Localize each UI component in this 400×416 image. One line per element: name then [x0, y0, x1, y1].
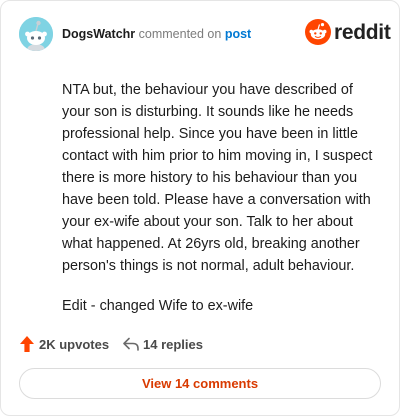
reddit-wordmark: reddit — [334, 21, 391, 44]
snoo-avatar-icon — [19, 17, 53, 51]
comment-card: DogsWatchr commented on post reddit NTA … — [0, 0, 400, 416]
comment-header: DogsWatchr commented on post reddit — [19, 17, 391, 53]
reddit-logo[interactable]: reddit — [305, 19, 391, 49]
post-link[interactable]: post — [225, 27, 251, 41]
view-comments-button[interactable]: View 14 comments — [19, 368, 381, 399]
comment-edit-note: Edit - changed Wife to ex-wife — [62, 298, 254, 314]
comment-meta: DogsWatchr commented on post — [62, 27, 251, 41]
comment-body: NTA but, the behaviour you have describe… — [62, 79, 382, 317]
reply-count: 14 replies — [143, 337, 203, 352]
upvote-count: 2K upvotes — [39, 337, 110, 352]
comment-paragraph: NTA but, the behaviour you have describe… — [62, 82, 373, 274]
upvote-arrow-icon — [20, 336, 34, 352]
upvote-button[interactable]: 2K upvotes — [19, 334, 114, 356]
replies-button[interactable]: 14 replies — [122, 334, 212, 356]
user-avatar[interactable] — [19, 17, 53, 51]
reply-arrow-icon — [123, 337, 139, 351]
author-name[interactable]: DogsWatchr — [62, 27, 135, 41]
reddit-alien-icon — [305, 19, 331, 45]
action-text: commented on — [138, 27, 222, 41]
